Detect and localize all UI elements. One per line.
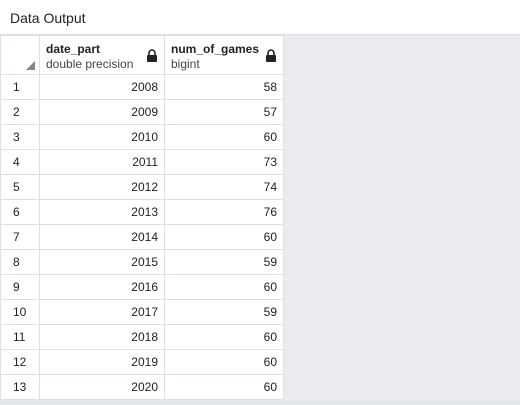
cell-num-of-games[interactable]: 60 [164, 224, 284, 250]
cell-date-part[interactable]: 2017 [39, 299, 165, 325]
cell-date-part[interactable]: 2018 [39, 324, 165, 350]
row-number[interactable]: 2 [0, 99, 40, 125]
row-number[interactable]: 11 [0, 324, 40, 350]
header-row: date_part double precision num_of_games … [0, 35, 284, 75]
cell-date-part[interactable]: 2014 [39, 224, 165, 250]
cell-num-of-games[interactable]: 59 [164, 249, 284, 275]
table-row[interactable]: 12 2019 60 [0, 349, 284, 375]
column-header-num-of-games[interactable]: num_of_games bigint [164, 35, 284, 75]
table-row[interactable]: 3 2010 60 [0, 124, 284, 150]
cell-date-part[interactable]: 2008 [39, 74, 165, 100]
table-row[interactable]: 6 2013 76 [0, 199, 284, 225]
column-header-date-part[interactable]: date_part double precision [39, 35, 165, 75]
table-row[interactable]: 11 2018 60 [0, 324, 284, 350]
table-row[interactable]: 1 2008 58 [0, 74, 284, 100]
row-number[interactable]: 8 [0, 249, 40, 275]
column-name: date_part [46, 42, 101, 56]
cell-date-part[interactable]: 2015 [39, 249, 165, 275]
table-row[interactable]: 10 2017 59 [0, 299, 284, 325]
cell-num-of-games[interactable]: 76 [164, 199, 284, 225]
row-number[interactable]: 9 [0, 274, 40, 300]
cell-num-of-games[interactable]: 60 [164, 274, 284, 300]
cell-date-part[interactable]: 2019 [39, 349, 165, 375]
cell-date-part[interactable]: 2009 [39, 99, 165, 125]
row-number[interactable]: 10 [0, 299, 40, 325]
column-type: bigint [171, 57, 200, 71]
panel-title: Data Output [10, 10, 86, 26]
table-row[interactable]: 2 2009 57 [0, 99, 284, 125]
table-row[interactable]: 9 2016 60 [0, 274, 284, 300]
cell-date-part[interactable]: 2010 [39, 124, 165, 150]
row-number[interactable]: 7 [0, 224, 40, 250]
cell-num-of-games[interactable]: 60 [164, 349, 284, 375]
cell-num-of-games[interactable]: 57 [164, 99, 284, 125]
result-grid: date_part double precision num_of_games … [0, 35, 284, 400]
table-row[interactable]: 8 2015 59 [0, 249, 284, 275]
table-row[interactable]: 5 2012 74 [0, 174, 284, 200]
lock-icon [266, 49, 276, 62]
column-name: num_of_games [171, 42, 260, 56]
column-type: double precision [46, 57, 134, 71]
table-row[interactable]: 13 2020 60 [0, 374, 284, 400]
cell-date-part[interactable]: 2020 [39, 374, 165, 400]
cell-date-part[interactable]: 2011 [39, 149, 165, 175]
bottom-scroll-area [0, 401, 520, 405]
row-number[interactable]: 5 [0, 174, 40, 200]
cell-num-of-games[interactable]: 73 [164, 149, 284, 175]
table-row[interactable]: 7 2014 60 [0, 224, 284, 250]
cell-date-part[interactable]: 2012 [39, 174, 165, 200]
cell-num-of-games[interactable]: 60 [164, 124, 284, 150]
cell-num-of-games[interactable]: 59 [164, 299, 284, 325]
row-number[interactable]: 6 [0, 199, 40, 225]
table-row[interactable]: 4 2011 73 [0, 149, 284, 175]
lock-icon [147, 49, 157, 62]
panel-header: Data Output [0, 0, 520, 35]
select-all-corner-icon [26, 61, 35, 70]
cell-date-part[interactable]: 2013 [39, 199, 165, 225]
cell-num-of-games[interactable]: 60 [164, 324, 284, 350]
row-number[interactable]: 12 [0, 349, 40, 375]
cell-num-of-games[interactable]: 60 [164, 374, 284, 400]
row-number[interactable]: 13 [0, 374, 40, 400]
row-number[interactable]: 4 [0, 149, 40, 175]
cell-num-of-games[interactable]: 74 [164, 174, 284, 200]
cell-num-of-games[interactable]: 58 [164, 74, 284, 100]
cell-date-part[interactable]: 2016 [39, 274, 165, 300]
select-all-corner[interactable] [0, 35, 40, 75]
data-output-panel: Data Output date_part double precision n… [0, 0, 520, 405]
row-number[interactable]: 1 [0, 74, 40, 100]
row-number[interactable]: 3 [0, 124, 40, 150]
